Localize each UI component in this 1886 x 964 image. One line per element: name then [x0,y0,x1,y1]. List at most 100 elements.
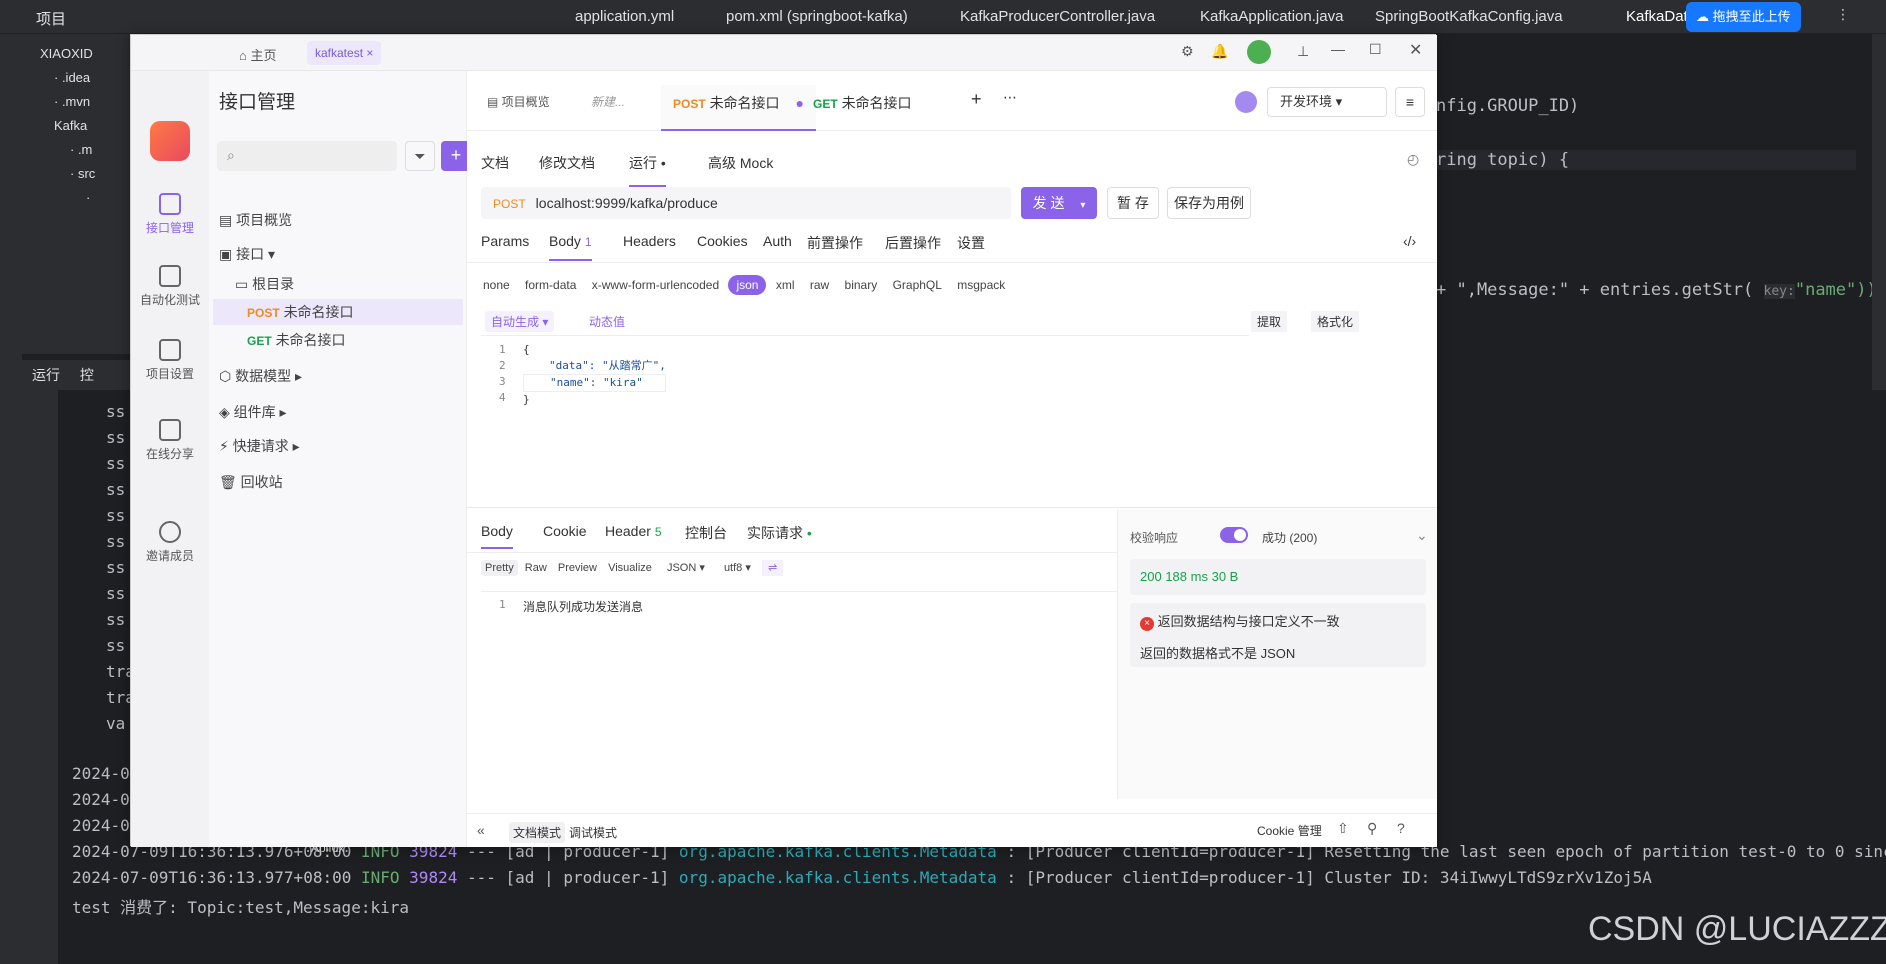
tree-node[interactable]: Kafka [22,114,130,138]
validate-toggle[interactable] [1220,527,1248,543]
tree-node[interactable]: · [22,186,130,210]
close-window-icon[interactable]: ✕ [1409,40,1422,60]
tree-models[interactable]: ⬡ 数据模型 ▸ [219,363,302,389]
ide-run-tab[interactable]: 运行 控 [22,360,130,390]
tree-root[interactable]: ▭ 根目录 [235,271,294,297]
tab-cookies[interactable]: Cookies [697,233,748,249]
subtab-edit[interactable]: 修改文档 [539,153,595,173]
body-editor[interactable]: 1234 {"data": "从踏常广", "name": "kira"} [481,335,1249,505]
tree-components[interactable]: ◈ 组件库 ▸ [219,399,287,425]
doc-mode-button[interactable]: 文档模式 [509,822,566,843]
avatar[interactable] [1247,40,1271,64]
view-preview[interactable]: Preview [554,560,601,576]
tab-params[interactable]: Params [481,233,529,249]
subtab-doc[interactable]: 文档 [481,153,509,173]
tree-node[interactable]: · .idea [22,66,130,90]
splitter[interactable] [467,507,1437,508]
body-type-xml[interactable]: xml [770,275,801,295]
subtab-mock[interactable]: 高级 Mock [708,153,773,173]
auto-generate-button[interactable]: 自动生成 ▾ [485,311,555,332]
method-select[interactable]: POST [493,197,526,211]
send-button[interactable]: 发 送 ▾ [1021,187,1097,219]
tab-post-ops[interactable]: 后置操作 [885,233,941,253]
tab-new[interactable]: 新建... [591,93,625,110]
cookie-manager-button[interactable]: Cookie 管理 [1257,822,1322,839]
tab-settings[interactable]: 设置 [957,233,985,253]
minimize-icon[interactable]: — [1331,41,1345,57]
tab-overview[interactable]: ▤ 项目概览 [487,93,550,110]
ide-tab-kafka-data[interactable]: KafkaDat [1626,8,1688,25]
body-type-form-data[interactable]: form-data [519,275,582,295]
tree-quick[interactable]: ⚡ 快捷请求 ▸ [219,433,300,459]
resp-tab-console[interactable]: 控制台 [685,523,727,543]
body-type-none[interactable]: none [477,275,516,295]
chevron-down-icon[interactable]: ⌄ [1416,527,1428,544]
tab-auth[interactable]: Auth [763,233,792,249]
format-button[interactable]: 格式化 [1311,311,1360,332]
tree-api[interactable]: ▣ 接口 ▾ [219,241,275,267]
tree-node[interactable]: XIAOXID [22,42,130,66]
search-input[interactable]: ⌕ [217,141,397,171]
save-button[interactable]: 暂 存 [1107,187,1159,219]
refresh-icon[interactable] [1235,91,1257,113]
filter-button[interactable]: ⏷ [405,141,435,171]
pin-icon[interactable]: ⊥ [1297,43,1309,60]
collapse-icon[interactable]: « [477,822,485,838]
format-select[interactable]: JSON ▾ [659,560,713,576]
chevron-down-icon[interactable]: ▾ [1080,200,1085,211]
history-icon[interactable]: ◴ [1407,151,1419,168]
upload-icon[interactable]: ⇧ [1337,820,1349,837]
nav-api-management[interactable]: 接口管理 [131,193,209,236]
body-type-raw[interactable]: raw [804,275,835,295]
nav-project-settings[interactable]: 项目设置 [131,339,209,382]
save-as-case-button[interactable]: 保存为用例 [1167,187,1251,219]
nav-invite-members[interactable]: 邀请成员 [131,521,209,564]
code-icon[interactable]: ‹/› [1403,233,1416,249]
tab-get-endpoint[interactable]: GET 未命名接口 [813,93,912,113]
view-visualize[interactable]: Visualize [604,560,656,576]
close-icon[interactable]: × [366,46,373,60]
view-pretty[interactable]: Pretty [481,560,518,576]
resp-tab-actual[interactable]: 实际请求 • [747,523,812,543]
tree-overview[interactable]: ▤ 项目概览 [219,207,292,233]
body-type-msgpack[interactable]: msgpack [951,275,1011,295]
body-type-json[interactable]: json [728,275,767,295]
upload-button[interactable]: ☁ 拖拽至此上传 [1686,2,1801,32]
maximize-icon[interactable]: ☐ [1369,41,1382,58]
ide-tab-producer-controller[interactable]: KafkaProducerController.java [960,8,1155,25]
bell-icon[interactable]: 🔔 [1211,43,1228,60]
url-bar[interactable]: POST localhost:9999/kafka/produce [481,187,1011,219]
nav-online-share[interactable]: 在线分享 [131,419,209,462]
url-input[interactable]: localhost:9999/kafka/produce [536,195,718,211]
project-tab[interactable]: kafkatest × [307,41,382,65]
view-raw[interactable]: Raw [521,560,551,576]
subtab-run[interactable]: 运行 • [629,153,666,187]
tab-body[interactable]: Body 1 [549,233,592,261]
nav-auto-test[interactable]: 自动化测试 [131,265,209,308]
ide-tab-application-yml[interactable]: application.yml [575,8,674,25]
body-type-binary[interactable]: binary [839,275,884,295]
more-tabs-button[interactable]: ⋯ [1003,89,1017,106]
status-select[interactable]: 成功 (200) [1262,529,1317,546]
body-type-graphql[interactable]: GraphQL [887,275,948,295]
tree-get-endpoint[interactable]: GET 未命名接口 [247,327,346,353]
body-type-urlencoded[interactable]: x-www-form-urlencoded [586,275,725,295]
home-tab[interactable]: ⌂ 主页 [239,45,276,64]
resp-tab-header[interactable]: Header 5 [605,523,662,539]
extract-button[interactable]: 提取 [1251,311,1288,332]
tab-pre-ops[interactable]: 前置操作 [807,233,863,253]
dynamic-value-button[interactable]: 动态值 [583,311,631,332]
more-icon[interactable]: ⋮ [1836,6,1850,23]
ide-tab-kafka-application[interactable]: KafkaApplication.java [1200,8,1343,25]
menu-icon[interactable]: ≡ [1395,87,1425,117]
tab-headers[interactable]: Headers [623,233,676,249]
help-icon[interactable]: ? [1397,820,1405,836]
tree-node[interactable]: · .m [22,138,130,162]
encoding-select[interactable]: utf8 ▾ [716,560,759,576]
tree-post-endpoint[interactable]: POST 未命名接口 [213,299,463,325]
ide-tab-kafka-config[interactable]: SpringBootKafkaConfig.java [1375,8,1563,25]
tree-node[interactable]: · .mvn [22,90,130,114]
wrap-icon[interactable]: ⇌ [761,560,784,576]
tree-node[interactable]: · src [22,162,130,186]
ide-tab-pom[interactable]: pom.xml (springboot-kafka) [726,8,908,25]
